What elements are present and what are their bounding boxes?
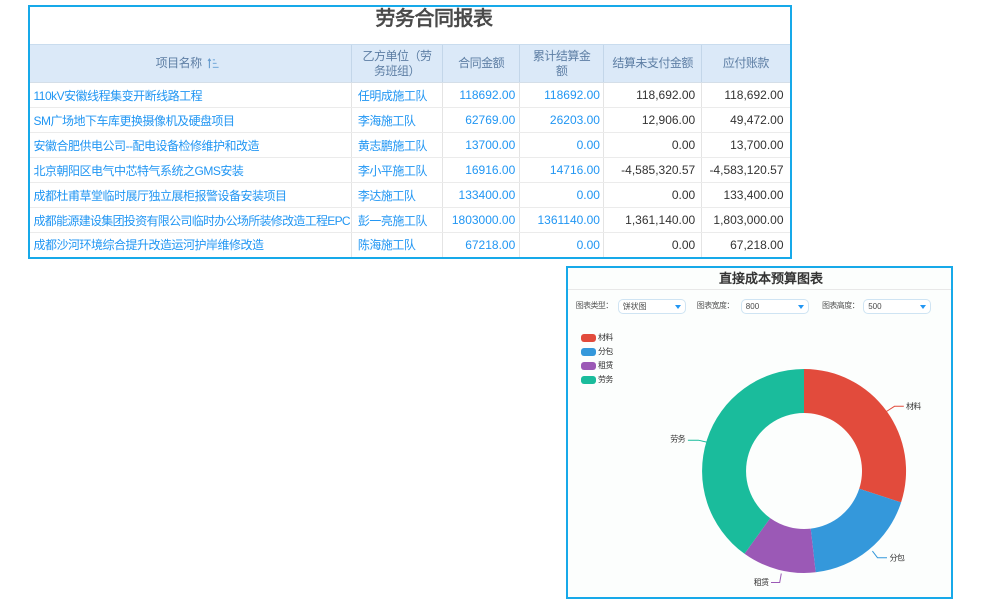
svg-text:分包: 分包	[890, 552, 905, 562]
svg-text:材料: 材料	[906, 401, 921, 411]
svg-text:租赁: 租赁	[754, 577, 769, 587]
svg-text:劳务: 劳务	[670, 434, 685, 444]
